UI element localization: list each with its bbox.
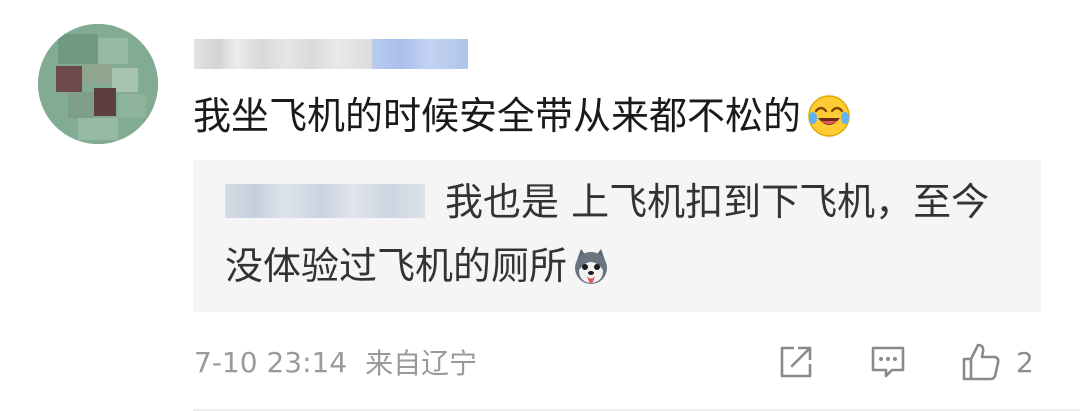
comment-location: 来自辽宁 [365,347,478,380]
reply-text-line2-body: 没体验过飞机的厕所 [225,244,568,288]
like-count: 2 [1016,345,1034,379]
username-blurred[interactable] [194,38,468,70]
husky-dog-emoji-icon [575,249,608,284]
reply-text-line1: 我也是 上飞机扣到下飞机，至今 [445,180,990,224]
like-button[interactable]: 2 [960,340,1034,384]
avatar[interactable] [38,24,158,144]
thumbs-up-icon [962,343,1000,381]
comment-body: 我坐飞机的时候安全带从来都不松的 [193,94,802,138]
reply-username-mask[interactable] [225,184,425,218]
comment-datetime: 7-10 23:14 [194,345,348,379]
comment-icon [871,346,905,378]
user-badge-mask [372,39,468,69]
share-icon [780,346,812,378]
share-button[interactable] [776,340,816,384]
laughing-crying-emoji-icon [808,95,850,137]
reply-preview[interactable]: 我也是 上飞机扣到下飞机，至今 没体验过飞机的厕所 [193,160,1041,312]
reply-text-line2: 没体验过飞机的厕所 [225,242,611,290]
comment-meta: 7-10 23:14 来自辽宁 [194,340,477,384]
username-mask [194,39,372,69]
comment-text: 我坐飞机的时候安全带从来都不松的 [193,88,851,144]
comment-button[interactable] [868,340,908,384]
